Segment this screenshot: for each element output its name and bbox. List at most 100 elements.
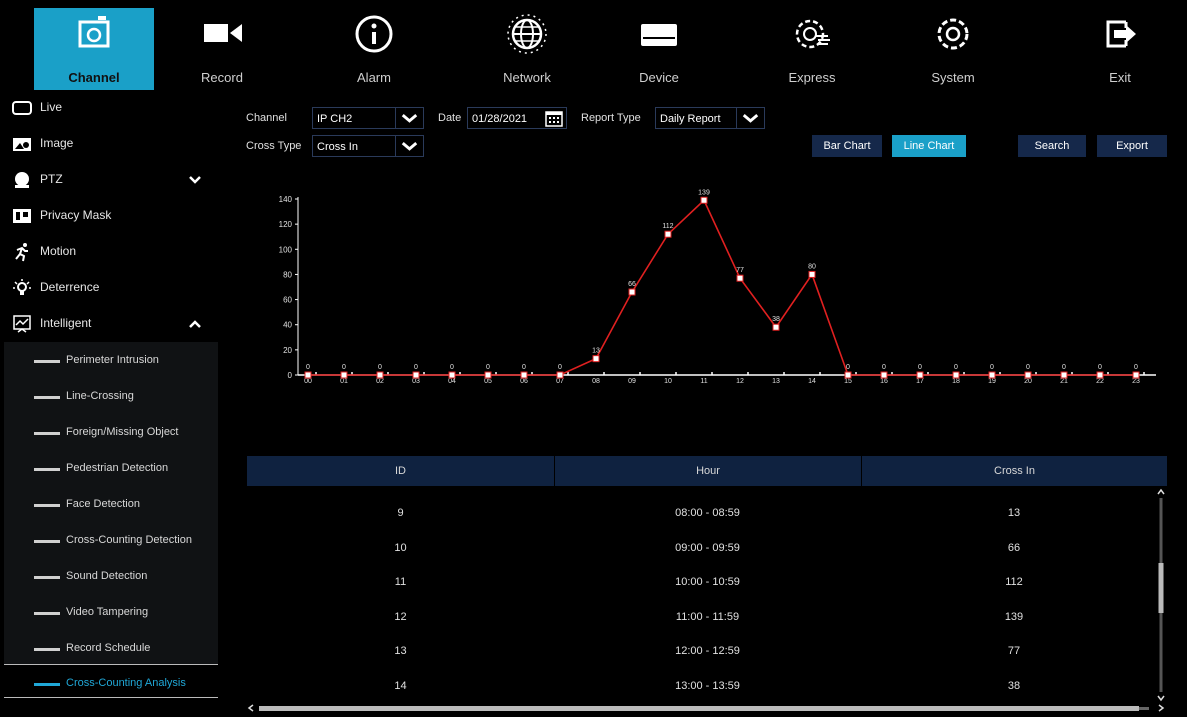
sidebar-item-ptz[interactable]: PTZ (0, 162, 218, 198)
cell-hour: 10:00 - 10:59 (675, 576, 740, 588)
video-camera-icon (204, 24, 242, 42)
x-tick-label: 15 (844, 378, 852, 385)
cross-count-line-chart: 02040608010012014000 01 02 03 04 05 06 07 08 09 10… (279, 189, 1156, 385)
tab-label: System (931, 70, 975, 85)
search-button[interactable]: Search (1018, 135, 1086, 157)
cell-hour: 08:00 - 08:59 (675, 507, 740, 519)
chevron-down-icon[interactable] (188, 173, 202, 187)
sidebar-subitem-label: Perimeter Intrusion (66, 354, 159, 366)
line-chart-button[interactable]: Line Chart (892, 135, 966, 157)
cross-type-select[interactable]: Cross In (312, 135, 424, 157)
report-type-label: Report Type (581, 112, 641, 124)
table-row[interactable]: 12 11:00 - 11:59 139 (247, 600, 1157, 634)
tab-system[interactable]: System (893, 8, 1013, 90)
data-label: 0 (378, 364, 382, 371)
tab-label: Express (788, 70, 836, 85)
horizontal-scrollbar[interactable] (247, 702, 1167, 714)
cell-hour: 12:00 - 12:59 (675, 645, 740, 657)
sidebar-subitem-record-schedule[interactable]: Record Schedule (4, 630, 218, 666)
data-point (772, 323, 780, 331)
sidebar-item-image[interactable]: Image (0, 126, 218, 162)
x-tick-label: 01 (340, 378, 348, 385)
x-tick-label: 11 (700, 378, 707, 385)
sidebar-subitem-video-tampering[interactable]: Video Tampering (4, 594, 218, 630)
y-tick-label: 40 (283, 321, 292, 330)
vertical-scrollbar[interactable] (1154, 488, 1168, 702)
chevron-up-icon[interactable] (188, 317, 202, 331)
x-tick-label: 02 (376, 378, 384, 385)
cell-cross-in: 112 (1005, 576, 1023, 588)
table-row[interactable]: 14 13:00 - 13:59 38 (247, 669, 1157, 703)
x-tick-label: 17 (916, 378, 924, 385)
table-row[interactable]: 13 12:00 - 12:59 77 (247, 634, 1157, 668)
tab-channel[interactable]: Channel (34, 8, 154, 90)
tab-record[interactable]: Record (162, 8, 282, 90)
sidebar-subitem-cross-counting-analysis[interactable]: Cross-Counting Analysis (4, 664, 218, 700)
tab-alarm[interactable]: Alarm (314, 8, 434, 90)
cell-hour: 13:00 - 13:59 (675, 679, 740, 692)
tab-network[interactable]: Network (467, 8, 587, 90)
table-row[interactable]: 10 09:00 - 09:59 66 (247, 531, 1157, 565)
data-point (844, 371, 852, 379)
series-line (308, 198, 1136, 376)
sidebar-subitem-label: Line-Crossing (66, 390, 134, 402)
data-label: 0 (990, 364, 994, 371)
sidebar-item-live[interactable]: Live (0, 90, 218, 126)
cell-id: 10 (394, 541, 407, 554)
sidebar-item-privacy-mask[interactable]: Privacy Mask (0, 198, 218, 234)
report-type-select[interactable]: Daily Report (655, 107, 765, 129)
data-point (736, 274, 744, 282)
sidebar-subitem-line-crossing[interactable]: Line-Crossing (4, 378, 218, 414)
sidebar-subitem-cross-counting-detection[interactable]: Cross-Counting Detection (4, 522, 218, 558)
data-label: 0 (954, 364, 958, 371)
gear-icon (937, 18, 969, 50)
sidebar-item-intelligent[interactable]: Intelligent (0, 306, 218, 342)
horizontal-scroll-thumb (259, 706, 1139, 711)
tab-express[interactable]: Express (752, 8, 872, 90)
chevron-down-icon (395, 108, 418, 128)
channel-select-value: IP CH2 (317, 113, 353, 125)
data-label: 80 (808, 263, 816, 270)
bar-chart-button[interactable]: Bar Chart (812, 135, 882, 157)
sidebar-subitem-sound-detection[interactable]: Sound Detection (4, 558, 218, 594)
report-type-select-value: Daily Report (660, 113, 721, 125)
bullet-dash (34, 612, 60, 615)
vertical-scroll-thumb (1158, 563, 1164, 613)
sidebar-item-motion[interactable]: Motion (0, 234, 218, 270)
sidebar-subitem-foreign-missing-object[interactable]: Foreign/Missing Object (4, 414, 218, 450)
sidebar-subitem-label: Pedestrian Detection (66, 462, 169, 474)
x-tick-label: 18 (952, 378, 960, 385)
x-tick-label: 14 (808, 378, 816, 385)
data-point (880, 371, 888, 379)
y-tick-label: 100 (279, 245, 293, 254)
tab-exit[interactable]: Exit (1060, 8, 1180, 90)
calendar-icon[interactable] (545, 110, 563, 127)
intelligent-icon (13, 315, 31, 333)
export-button[interactable]: Export (1097, 135, 1167, 157)
sidebar-item-deterrence[interactable]: Deterrence (0, 270, 218, 306)
table-body: 9 08:00 - 08:59 13 10 09:00 - 09:59 66 11 10:00… (247, 496, 1157, 702)
channel-select[interactable]: IP CH2 (312, 107, 424, 129)
sidebar-subitem-perimeter-intrusion[interactable]: Perimeter Intrusion (4, 342, 218, 378)
x-tick-label: 07 (556, 378, 564, 385)
data-label: 139 (698, 189, 710, 196)
tab-device[interactable]: Device (599, 8, 719, 90)
sidebar-subitem-face-detection[interactable]: Face Detection (4, 486, 218, 522)
date-field[interactable]: 01/28/2021 (467, 107, 567, 129)
x-tick-label: 06 (520, 378, 528, 385)
exit-icon (1106, 20, 1136, 48)
data-label: 0 (1026, 364, 1030, 371)
bullet-dash (34, 504, 60, 507)
sidebar-item-label: Image (40, 136, 74, 150)
table-row[interactable]: 11 10:00 - 10:59 112 (247, 565, 1157, 599)
data-label: 0 (1098, 364, 1102, 371)
bullet-dash (34, 396, 60, 399)
tab-label: Record (201, 70, 243, 85)
data-label: 0 (342, 364, 346, 371)
data-label: 0 (918, 364, 922, 371)
cell-hour: 09:00 - 09:59 (675, 541, 740, 554)
y-tick-label: 20 (283, 346, 292, 355)
sidebar-subitem-pedestrian-detection[interactable]: Pedestrian Detection (4, 450, 218, 486)
table-row[interactable]: 9 08:00 - 08:59 13 (247, 496, 1157, 530)
data-point (556, 371, 564, 379)
